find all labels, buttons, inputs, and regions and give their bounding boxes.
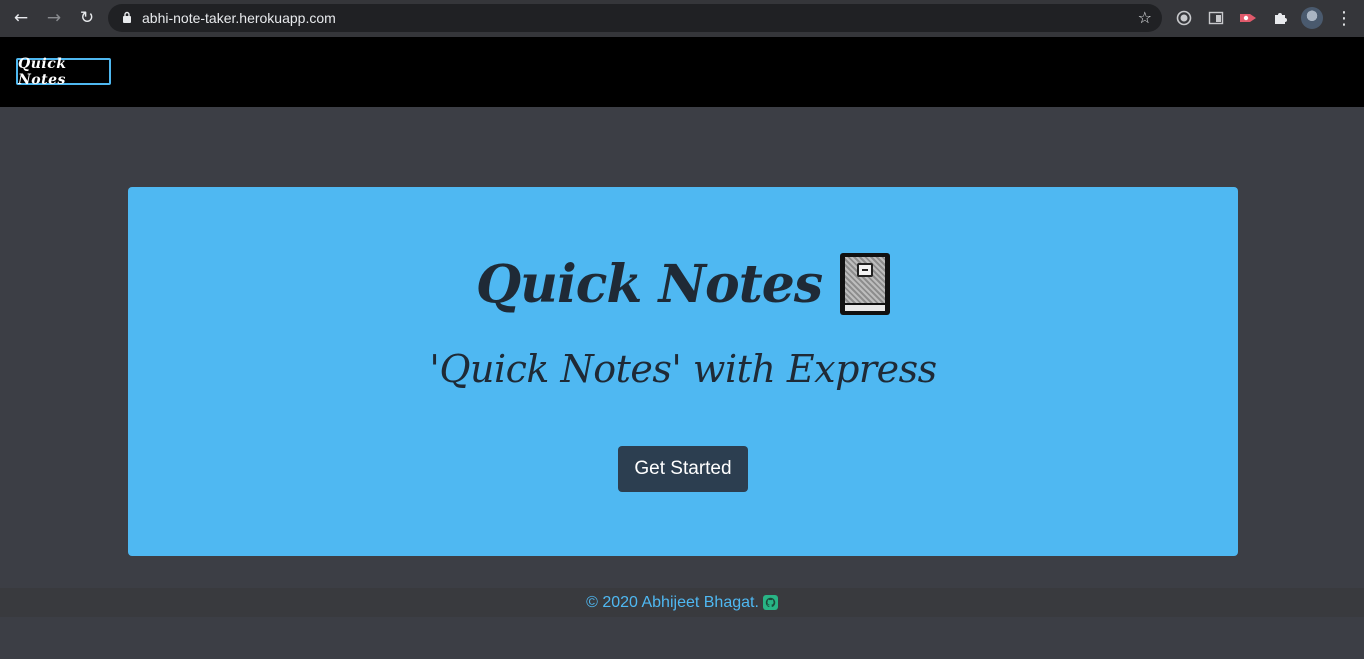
extension-window-icon[interactable] (1206, 8, 1226, 28)
site-navbar: Quick Notes (0, 37, 1364, 107)
extensions-puzzle-icon[interactable] (1270, 8, 1290, 28)
hero-title-row: Quick Notes (128, 253, 1238, 315)
footer-copyright: © 2020 Abhijeet Bhagat. (586, 593, 759, 611)
browser-toolbar: ← → ↻ abhi-note-taker.herokuapp.com ☆ ⋮ (0, 0, 1364, 37)
notebook-icon (840, 253, 891, 315)
hero-subtitle: 'Quick Notes' with Express (429, 347, 937, 391)
forward-arrow-icon[interactable]: → (42, 7, 66, 29)
menu-kebab-icon[interactable]: ⋮ (1335, 7, 1353, 29)
profile-avatar[interactable] (1301, 7, 1323, 29)
get-started-button[interactable]: Get Started (618, 446, 748, 492)
brand-logo[interactable]: Quick Notes (16, 56, 111, 88)
back-arrow-icon[interactable]: ← (9, 7, 33, 29)
reload-icon[interactable]: ↻ (75, 7, 99, 29)
extension-record-icon[interactable] (1238, 8, 1258, 28)
github-icon[interactable] (762, 595, 778, 610)
lock-icon (123, 11, 131, 23)
hero-title: Quick Notes (475, 253, 823, 315)
extension-circle-icon[interactable] (1174, 8, 1194, 28)
url-text[interactable]: abhi-note-taker.herokuapp.com (142, 10, 336, 26)
address-bar[interactable]: abhi-note-taker.herokuapp.com ☆ (108, 4, 1162, 32)
hero-jumbotron: Quick Notes 'Quick Notes' with Express G… (128, 187, 1238, 556)
bookmark-star-icon[interactable]: ☆ (1138, 8, 1152, 27)
site-footer: © 2020 Abhijeet Bhagat. (0, 588, 1364, 617)
